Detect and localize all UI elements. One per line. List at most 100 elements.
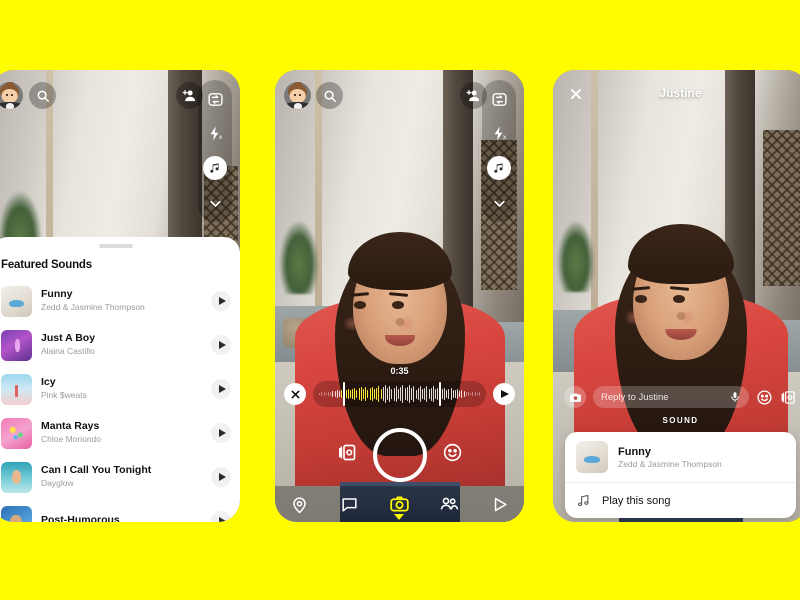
trim-handle-right[interactable]	[439, 382, 441, 406]
list-item[interactable]: Post-Humorous	[0, 499, 240, 522]
phone-2-tool-rail: x	[482, 80, 516, 222]
microphone-icon[interactable]	[729, 391, 741, 403]
sound-artist: Chloe Moriondo	[41, 434, 102, 445]
waveform-bar	[352, 389, 353, 399]
waveform-bar	[384, 384, 386, 404]
search-input[interactable]: Reply to Justine	[593, 386, 749, 408]
music-note-icon	[576, 493, 591, 508]
music-note-icon[interactable]	[487, 156, 511, 180]
flip-camera-icon[interactable]	[204, 88, 226, 110]
waveform-bar	[323, 392, 325, 396]
lens-carousel-icon[interactable]	[780, 389, 797, 406]
waveform-bar	[450, 388, 452, 400]
waveform-bar	[433, 386, 434, 402]
nav-map[interactable]	[289, 494, 310, 515]
nav-camera[interactable]	[389, 494, 410, 520]
smiley-icon[interactable]	[756, 389, 773, 406]
list-item[interactable]: Can I Call You Tonight Dayglow	[0, 455, 240, 499]
sound-timer: 0:35	[390, 366, 409, 376]
search-icon[interactable]	[316, 82, 343, 109]
chevron-down-icon[interactable]	[204, 192, 226, 214]
waveform-bar	[478, 392, 480, 396]
play-icon[interactable]	[211, 423, 231, 443]
waveform-bar	[349, 390, 351, 398]
waveform-bar	[382, 386, 384, 402]
play-icon[interactable]	[211, 379, 231, 399]
waveform-bar	[395, 385, 397, 403]
waveform-bar	[413, 386, 415, 402]
featured-sounds-sheet: Featured Sounds Funny Zedd & Jasmine Tho…	[0, 237, 240, 522]
waveform-bar	[446, 390, 447, 398]
lens-carousel-icon[interactable]	[337, 442, 359, 464]
list-item[interactable]: Manta Rays Chloe Moriondo	[0, 411, 240, 455]
waveform-track[interactable]	[313, 381, 486, 407]
album-art	[1, 461, 32, 493]
search-icon[interactable]	[29, 82, 56, 109]
album-art	[1, 329, 32, 361]
sound-title: Post-Humorous	[41, 513, 120, 522]
svg-text:x: x	[219, 134, 223, 141]
close-icon[interactable]	[284, 383, 306, 405]
waveform-bar	[408, 384, 410, 404]
play-icon[interactable]	[493, 383, 515, 405]
shutter-button[interactable]	[372, 428, 427, 482]
waveform-bar	[345, 390, 347, 398]
active-nav-indicator	[394, 513, 405, 520]
play-this-song-label: Play this song	[602, 494, 671, 507]
chevron-down-icon[interactable]	[488, 192, 510, 214]
waveform-bar	[360, 386, 362, 402]
flash-off-icon[interactable]: x	[488, 122, 510, 144]
phone-3-snap-viewer: Justine Reply to Justine SOUND Funny Zed…	[553, 70, 800, 522]
waveform-bar	[430, 387, 432, 401]
sound-artist: Pink $weats	[41, 390, 87, 401]
waveform-bar	[476, 392, 478, 396]
play-icon[interactable]	[211, 291, 231, 311]
smiley-lens-icon[interactable]	[442, 442, 464, 464]
play-this-song-button[interactable]: Play this song	[565, 483, 796, 518]
avatar[interactable]	[0, 82, 23, 109]
waveform-bar	[356, 389, 358, 399]
waveform-bar	[419, 386, 421, 402]
nav-friends[interactable]	[439, 494, 460, 515]
waveform-bar	[358, 388, 360, 400]
avatar[interactable]	[284, 82, 311, 109]
trim-handle-left[interactable]	[343, 382, 345, 406]
sound-artist: Dayglow	[41, 478, 74, 489]
play-icon[interactable]	[211, 335, 231, 355]
waveform-bar	[354, 387, 356, 401]
waveform-bar	[369, 388, 371, 400]
sheet-title: Featured Sounds	[1, 259, 92, 271]
flip-camera-icon[interactable]	[488, 88, 510, 110]
sound-title: Can I Call You Tonight	[41, 464, 152, 477]
sound-title: Funny	[618, 445, 651, 458]
waveform-bar	[338, 390, 340, 398]
waveform-bar	[411, 388, 412, 400]
sound-title: Icy	[41, 376, 56, 389]
waveform-bar	[426, 386, 428, 402]
nav-chat[interactable]	[339, 494, 360, 515]
waveform-bar	[389, 386, 391, 402]
waveform-bar	[347, 388, 349, 400]
sound-title: Manta Rays	[41, 420, 100, 433]
bottom-navbar	[275, 486, 524, 522]
waveform-bar	[470, 392, 471, 396]
album-art	[1, 417, 32, 449]
sound-trimmer	[284, 381, 515, 407]
list-item[interactable]: Icy Pink $weats	[0, 367, 240, 411]
nav-spotlight[interactable]	[489, 494, 510, 515]
play-icon[interactable]	[211, 511, 231, 522]
waveform-bar	[452, 390, 454, 398]
screenshot-canvas: x Featured Sounds Funny Zedd & Jasmine T…	[0, 0, 800, 600]
list-item[interactable]: Just A Boy Alaina Castillo	[0, 323, 240, 367]
play-icon[interactable]	[211, 467, 231, 487]
waveform-bar	[441, 389, 443, 399]
waveform-bar	[474, 391, 476, 397]
flash-off-icon[interactable]: x	[204, 122, 226, 144]
album-art	[1, 373, 32, 405]
camera-icon[interactable]	[564, 386, 586, 408]
sound-card-header[interactable]: Funny Zedd & Jasmine Thompson	[565, 432, 796, 482]
album-art	[576, 441, 608, 473]
music-note-icon[interactable]	[203, 156, 227, 180]
list-item[interactable]: Funny Zedd & Jasmine Thompson	[0, 279, 240, 323]
sound-title: Just A Boy	[41, 332, 96, 345]
